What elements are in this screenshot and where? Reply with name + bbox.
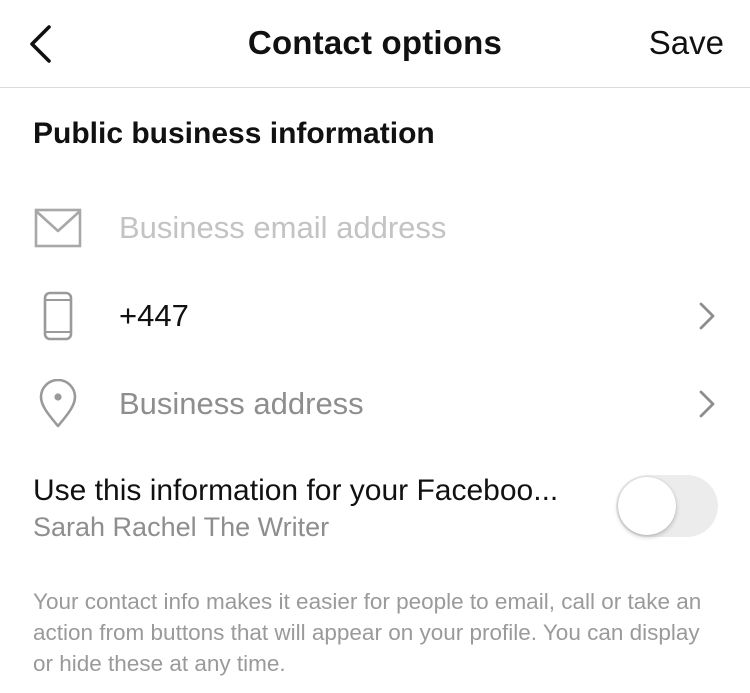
- page-title: Contact options: [247, 24, 503, 61]
- email-field[interactable]: Business email address: [119, 210, 446, 246]
- footer-note: Your contact info makes it easier for pe…: [33, 589, 702, 676]
- chevron-right-icon: [696, 299, 718, 333]
- header-bar: Contact options Save: [0, 0, 750, 88]
- phone-field-row[interactable]: +447: [0, 276, 750, 356]
- address-field[interactable]: Business address: [119, 386, 364, 422]
- phone-icon: [30, 288, 86, 344]
- chevron-right-icon: [696, 387, 718, 421]
- facebook-sync-label: Use this information for your Faceboo...: [33, 474, 559, 507]
- toggle-knob: [618, 477, 676, 535]
- address-field-row[interactable]: Business address: [0, 364, 750, 444]
- facebook-page-name: Sarah Rachel The Writer: [33, 512, 330, 542]
- location-pin-icon: [30, 376, 86, 432]
- facebook-sync-toggle[interactable]: [616, 475, 718, 537]
- section-title: Public business information: [33, 117, 435, 150]
- email-field-row[interactable]: Business email address: [0, 188, 750, 268]
- save-button[interactable]: Save: [649, 24, 724, 62]
- contact-options-screen: Contact options Save Public business inf…: [0, 0, 750, 693]
- phone-value[interactable]: +447: [119, 298, 189, 334]
- mail-icon: [30, 200, 86, 256]
